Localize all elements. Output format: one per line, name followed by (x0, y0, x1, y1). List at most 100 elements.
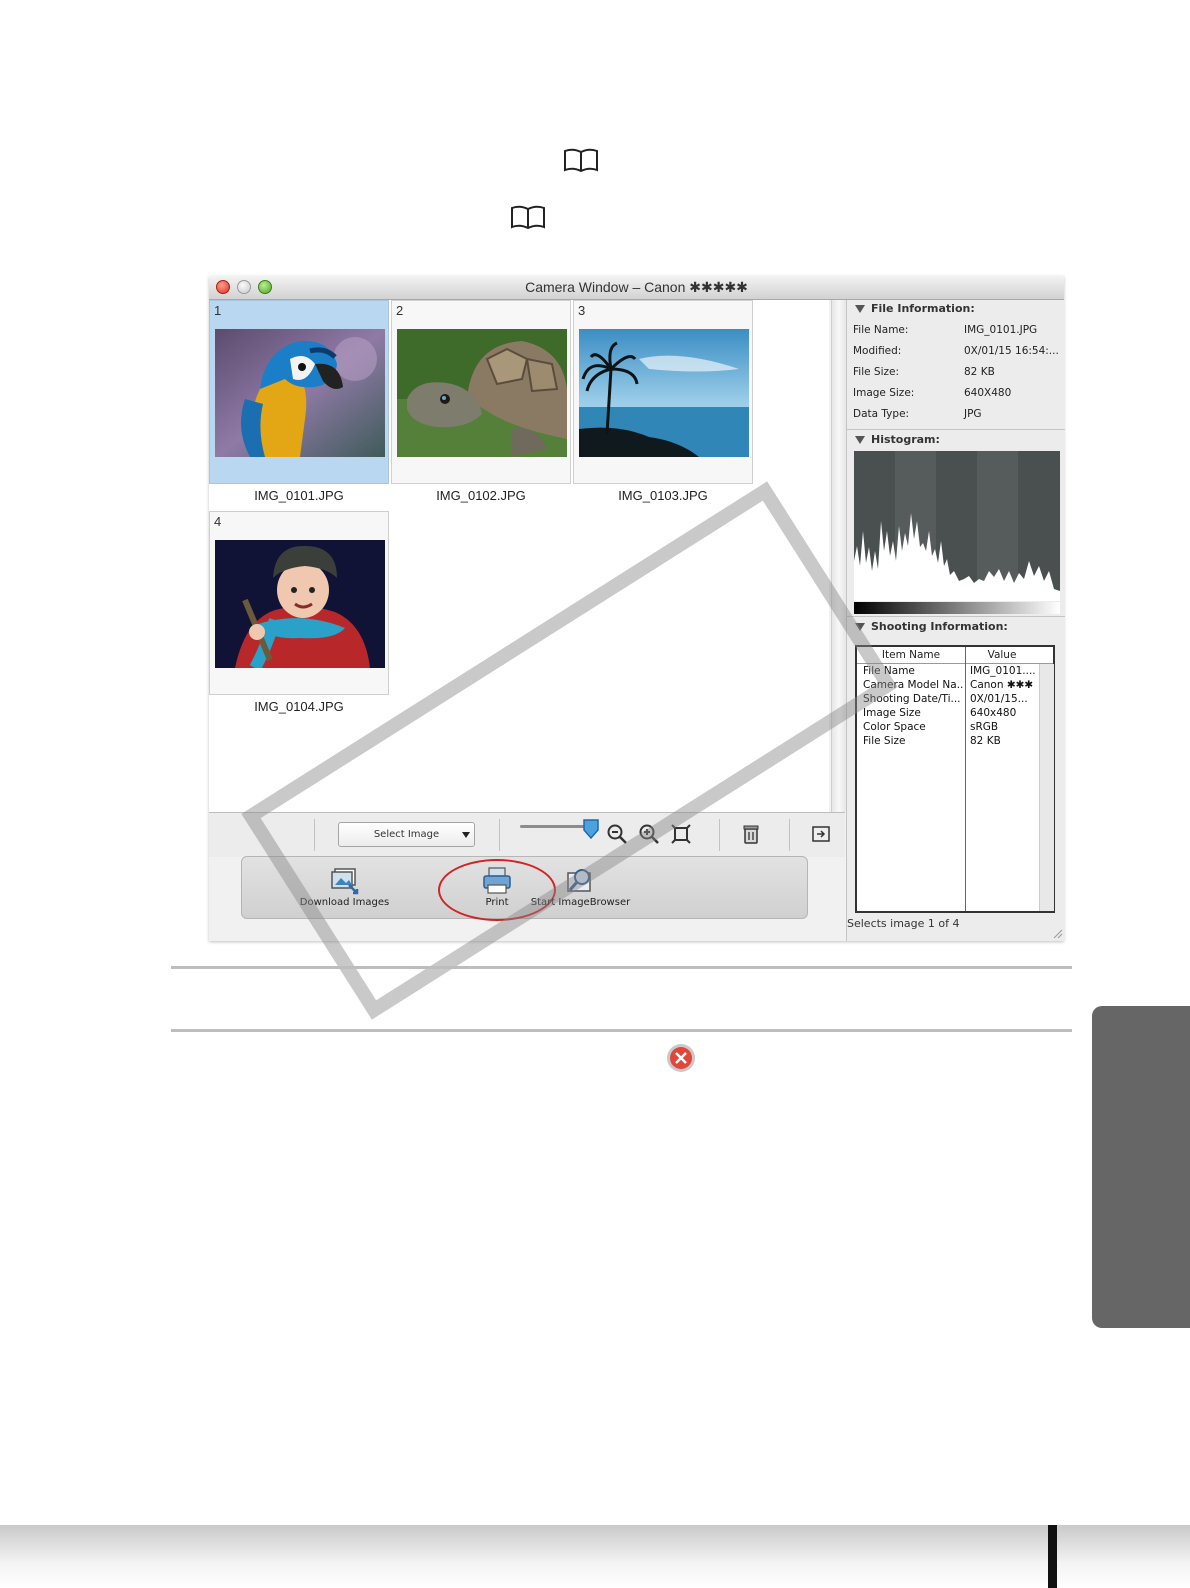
thumbnail-cell[interactable]: 1 (209, 300, 389, 484)
thumbnail-number: 1 (214, 303, 222, 318)
table-cell: 0X/01/15... (970, 693, 1028, 705)
thumbnail-cell[interactable]: 4 (209, 511, 389, 695)
thumbnail-area: 1 IMG_0101.JPG 2 IMG_0102.JPG 3 IMG_0103… (209, 300, 829, 812)
chevron-down-icon (462, 832, 470, 838)
thumbnail-cell[interactable]: 2 (391, 300, 571, 484)
footer-marker (1048, 1525, 1057, 1588)
table-row[interactable]: Camera Model Na... Canon ✱✱✱ (857, 679, 1039, 693)
divider (847, 616, 1065, 617)
shooting-information-toggle[interactable]: Shooting Information: (855, 620, 1008, 633)
select-image-label: Select Image (373, 829, 440, 840)
table-row[interactable]: File Size 82 KB (857, 735, 1039, 749)
divider (171, 966, 1072, 969)
thumbnail-cell[interactable]: 3 (573, 300, 753, 484)
histogram-heading: Histogram: (871, 433, 940, 446)
table-cell: File Name (863, 665, 915, 677)
table-row[interactable]: Shooting Date/Ti... 0X/01/15... (857, 693, 1039, 707)
thumbnail-number: 3 (578, 303, 586, 318)
table-cell: Color Space (863, 721, 926, 733)
toolbar-separator (499, 819, 500, 851)
table-cell: Camera Model Na... (863, 679, 963, 691)
file-info-value: 640X480 (964, 387, 1012, 399)
toolbar: Select Image (209, 812, 845, 857)
thumbnail-number: 2 (396, 303, 404, 318)
child-photo (215, 540, 385, 668)
divider (171, 1029, 1072, 1032)
item-name-column-header[interactable]: Item Name (857, 649, 965, 661)
seascape-photo (579, 329, 749, 457)
delete-image-icon[interactable] (740, 823, 762, 845)
file-info-row: Image Size: 640X480 (847, 387, 1065, 407)
page-footer (0, 1525, 1190, 1588)
value-column-header[interactable]: Value (965, 649, 1039, 661)
table-cell: Shooting Date/Ti... (863, 693, 961, 705)
thumbnail-filename: IMG_0103.JPG (618, 488, 708, 503)
file-info-row: File Name: IMG_0101.JPG (847, 324, 1065, 344)
zoom-slider-thumb[interactable] (582, 818, 600, 840)
disclosure-triangle-icon (855, 436, 865, 444)
thumbnail-filename: IMG_0101.JPG (254, 488, 344, 503)
select-image-dropdown[interactable]: Select Image (338, 822, 475, 847)
file-info-row: File Size: 82 KB (847, 366, 1065, 386)
thumbnail-filename: IMG_0102.JPG (436, 488, 526, 503)
close-circle-icon (667, 1044, 695, 1072)
download-images-icon (331, 868, 359, 895)
thumbnail-scrollbar[interactable] (831, 300, 846, 812)
info-panel: File Information: File Name: IMG_0101.JPG… (846, 300, 1065, 941)
table-cell: IMG_0101.... (970, 665, 1036, 677)
window-title: Camera Window – Canon ✱✱✱✱✱ (525, 279, 748, 295)
thumbnail-number: 4 (214, 514, 222, 529)
file-info-value: 0X/01/15 16:54:... (964, 345, 1059, 357)
book-reference-icon (511, 205, 545, 230)
zoom-in-icon[interactable] (638, 823, 660, 845)
disclosure-triangle-icon (855, 305, 865, 313)
start-imagebrowser-label: Start ImageBrowser (530, 897, 631, 908)
zoom-slider[interactable] (520, 825, 590, 828)
table-scrollbar[interactable] (1039, 664, 1054, 911)
histogram-toggle[interactable]: Histogram: (855, 433, 940, 446)
file-info-key: Modified: (853, 345, 902, 357)
shooting-info-table: Item Name Value File Name IMG_0101.... Ca… (855, 645, 1055, 913)
file-info-key: File Name: (853, 324, 909, 336)
title-bar[interactable]: Camera Window – Canon ✱✱✱✱✱ (209, 276, 1064, 300)
disclosure-triangle-icon (855, 623, 865, 631)
file-info-value: 82 KB (964, 366, 995, 378)
shooting-information-heading: Shooting Information: (871, 620, 1008, 633)
download-images-button[interactable]: Download Images (297, 857, 392, 917)
table-row[interactable]: Image Size 640x480 (857, 707, 1039, 721)
file-info-value: JPG (964, 408, 982, 420)
file-info-key: Image Size: (853, 387, 915, 399)
toolbar-separator (314, 819, 315, 851)
histogram-graph (854, 451, 1060, 601)
start-imagebrowser-button[interactable]: Start ImageBrowser (528, 857, 633, 917)
file-info-key: File Size: (853, 366, 899, 378)
divider (847, 429, 1065, 430)
file-information-heading: File Information: (871, 302, 975, 315)
table-row[interactable]: Color Space sRGB (857, 721, 1039, 735)
file-information-toggle[interactable]: File Information: (855, 302, 975, 315)
tortoise-photo (397, 329, 567, 457)
table-cell: Canon ✱✱✱ (970, 679, 1034, 691)
parrot-photo (215, 329, 385, 457)
file-info-row: Data Type: JPG (847, 408, 1065, 428)
imagebrowser-icon (567, 869, 591, 892)
table-cell: 82 KB (970, 735, 1001, 747)
camera-window: Camera Window – Canon ✱✱✱✱✱ 1 IMG_0101.J… (209, 276, 1065, 941)
chapter-side-tab (1092, 1006, 1190, 1328)
file-info-row: Modified: 0X/01/15 16:54:... (847, 345, 1065, 365)
table-row[interactable]: File Name IMG_0101.... (857, 665, 1039, 679)
info-panel-toggle-icon[interactable] (810, 823, 832, 845)
fit-to-window-icon[interactable] (670, 823, 692, 845)
toolbar-separator (789, 819, 790, 851)
table-header: Item Name Value (857, 647, 1053, 664)
table-cell: sRGB (970, 721, 999, 733)
table-cell: File Size (863, 735, 906, 747)
book-reference-icon (564, 148, 598, 173)
resize-grip-icon[interactable] (1051, 927, 1063, 939)
thumbnail-filename: IMG_0104.JPG (254, 699, 344, 714)
status-text: Selects image 1 of 4 (847, 917, 960, 930)
toolbar-separator (719, 819, 720, 851)
download-images-label: Download Images (299, 897, 390, 908)
zoom-out-icon[interactable] (606, 823, 628, 845)
action-bar: Download Images Print Start ImageBrowser (241, 856, 808, 921)
